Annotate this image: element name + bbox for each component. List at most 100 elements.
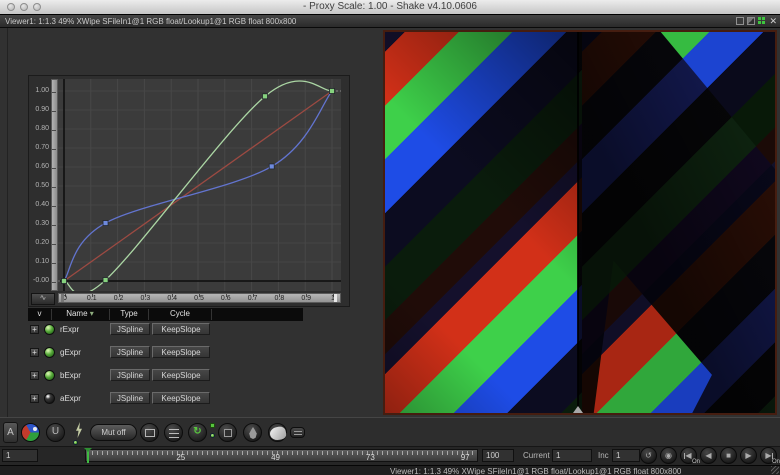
current-frame-field[interactable]: 1 xyxy=(552,449,592,462)
ruler-frame-number: 97 xyxy=(455,453,475,462)
resize-grip-icon[interactable] xyxy=(771,466,779,474)
refresh-icon: ↻ xyxy=(189,426,206,437)
flipbook-button[interactable] xyxy=(268,423,287,442)
curve-row-gExpr[interactable]: +gExprJSplineKeepSlope xyxy=(28,346,303,359)
burn-in-button[interactable] xyxy=(243,423,262,442)
viewer-detach-icon[interactable] xyxy=(736,17,744,25)
status-bar: Viewer1: 1:1.3 49% XWipe SFileIn1@1 RGB … xyxy=(0,465,780,475)
mute-toggle-button[interactable]: Mut off xyxy=(90,424,137,441)
status-text: Viewer1: 1:1.3 49% XWipe SFileIn1@1 RGB … xyxy=(390,467,681,475)
visibility-toggle-icon[interactable] xyxy=(44,370,55,381)
spline-type-cell[interactable]: JSpline xyxy=(110,323,150,335)
cycle-mode-cell[interactable]: KeepSlope xyxy=(152,323,210,335)
viewer-toolbar: A U Mut off ↻ xyxy=(0,417,780,447)
y-tick-label: -0.00 xyxy=(33,277,49,284)
sound-button[interactable]: ◉ xyxy=(660,447,677,464)
time-ruler[interactable]: 25497397 xyxy=(85,449,478,462)
spline-type-cell[interactable]: JSpline xyxy=(110,392,150,404)
keyframe-gExpr[interactable] xyxy=(103,278,108,283)
buffer-a-button[interactable]: A xyxy=(3,422,18,443)
col-type[interactable]: Type xyxy=(110,309,148,318)
cycle-mode-cell[interactable]: KeepSlope xyxy=(152,369,210,381)
panel-divider xyxy=(7,28,8,417)
y-tick-label: 0.40 xyxy=(35,201,49,208)
col-visibility[interactable]: v xyxy=(28,309,51,318)
loop-icon: ↺ xyxy=(641,451,656,461)
curve-row-bExpr[interactable]: +bExprJSplineKeepSlope xyxy=(28,369,303,382)
render-flag-button[interactable] xyxy=(72,422,86,440)
frame-end-field[interactable]: 100 xyxy=(482,449,514,462)
ruler-frame-number: 73 xyxy=(360,453,380,462)
spline-type-cell[interactable]: JSpline xyxy=(110,369,150,381)
viewer-titlebar-icons: ✕ xyxy=(736,17,777,25)
viewer-compare-icon[interactable] xyxy=(747,17,755,25)
xwipe-split-line[interactable] xyxy=(577,32,579,413)
spline-type-cell[interactable]: JSpline xyxy=(110,346,150,358)
expand-icon[interactable]: + xyxy=(30,371,39,380)
frame-start-field[interactable]: 1 xyxy=(2,449,38,462)
inc-label: Inc xyxy=(598,451,609,460)
play-button[interactable]: ▶ xyxy=(740,447,757,464)
update-image-button[interactable]: ↻ xyxy=(188,423,207,442)
curve-fit-button[interactable]: ∿ xyxy=(31,293,55,305)
compare-modes-button[interactable] xyxy=(164,423,183,442)
viewer-layout-icon[interactable] xyxy=(758,17,766,25)
range-handle-left[interactable] xyxy=(61,294,64,302)
curve-plot[interactable] xyxy=(58,79,341,291)
keyframe-gExpr[interactable] xyxy=(62,279,67,284)
update-led-icon xyxy=(210,433,215,438)
viewer-image-frame xyxy=(383,30,777,415)
cycle-mode-cell[interactable]: KeepSlope xyxy=(152,346,210,358)
play-icon: ▶ xyxy=(741,451,756,461)
current-label: Current xyxy=(523,451,550,460)
visibility-toggle-icon[interactable] xyxy=(44,347,55,358)
lightning-icon xyxy=(74,422,84,438)
update-indicator-icon xyxy=(210,423,215,428)
script-icon xyxy=(294,431,302,435)
keyframe-gExpr[interactable] xyxy=(330,89,335,94)
curve-row-rExpr[interactable]: +rExprJSplineKeepSlope xyxy=(28,323,303,336)
channel-name: aExpr xyxy=(60,394,81,403)
keyframe-gExpr[interactable] xyxy=(263,94,268,99)
expand-icon[interactable]: + xyxy=(30,325,39,334)
playhead[interactable] xyxy=(87,448,89,463)
viewer-title-text: Viewer1: 1:1.3 49% XWipe SFileIn1@1 RGB … xyxy=(5,17,296,26)
curve-row-aExpr[interactable]: + aExpr JSplineKeepSlope xyxy=(28,392,303,405)
expand-icon[interactable]: + xyxy=(30,394,39,403)
cycle-mode-cell[interactable]: KeepSlope xyxy=(152,392,210,404)
window-titlebar[interactable]: - Proxy Scale: 1.00 - Shake v4.10.0606 xyxy=(0,0,780,15)
step-back-icon: ◀ xyxy=(701,451,716,461)
curve-canvas[interactable] xyxy=(58,79,341,291)
y-axis-ruler[interactable] xyxy=(51,79,58,291)
sort-indicator-icon: ▾ xyxy=(90,309,94,318)
box-icon xyxy=(224,429,232,437)
visibility-toggle-icon[interactable] xyxy=(44,393,55,404)
col-name[interactable]: Name ▾ xyxy=(52,309,108,318)
frame-view-button[interactable] xyxy=(140,423,159,442)
x-tick-label: 0.1 xyxy=(84,295,100,302)
x-tick-label: 0.8 xyxy=(271,295,287,302)
update-mode-button[interactable]: U xyxy=(46,423,65,442)
color-wheel-icon[interactable] xyxy=(21,423,40,442)
roi-button[interactable] xyxy=(218,423,237,442)
inc-field[interactable]: 1 xyxy=(612,449,640,462)
viewer-close-icon[interactable]: ✕ xyxy=(769,17,777,25)
keyframe-bExpr[interactable] xyxy=(269,164,274,169)
y-tick-label: 1.00 xyxy=(35,87,49,94)
x-tick-label: 0.5 xyxy=(191,295,207,302)
keyframe-bExpr[interactable] xyxy=(103,221,108,226)
range-handle-right[interactable] xyxy=(334,294,337,302)
visibility-toggle-icon[interactable] xyxy=(44,324,55,335)
expand-icon[interactable]: + xyxy=(30,348,39,357)
lookup-curve-editor[interactable]: 1.000.900.800.700.600.500.400.300.200.10… xyxy=(28,75,350,307)
step-back-button[interactable]: ◀ xyxy=(700,447,717,464)
col-cycle[interactable]: Cycle xyxy=(149,309,211,318)
flame-icon xyxy=(248,427,258,439)
y-tick-label: 0.20 xyxy=(35,239,49,246)
x-axis-ruler[interactable]: 00.10.20.30.40.50.60.70.80.91 xyxy=(58,293,341,303)
stop-button[interactable]: ■ xyxy=(720,447,737,464)
xwipe-handle-icon[interactable] xyxy=(573,406,583,413)
loop-button[interactable]: ↺ xyxy=(640,447,657,464)
viewer-script-button[interactable] xyxy=(290,427,305,438)
viewer-image[interactable] xyxy=(385,32,775,413)
